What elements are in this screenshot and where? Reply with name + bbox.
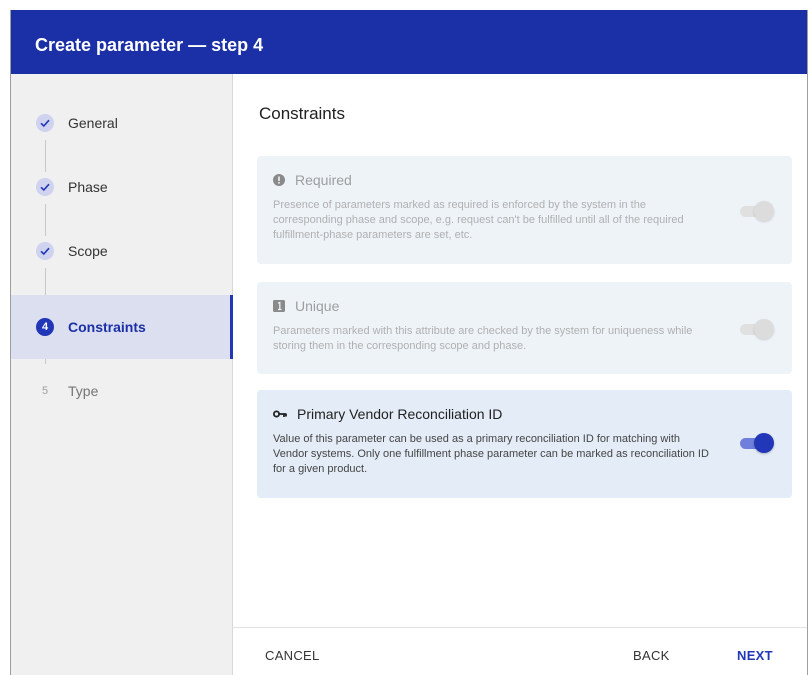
constraint-description: Presence of parameters marked as require… <box>273 199 684 241</box>
check-icon <box>36 178 54 196</box>
check-icon <box>36 114 54 132</box>
step-phase[interactable]: Phase <box>11 155 233 219</box>
step-number-badge: 4 <box>36 318 54 336</box>
dialog-footer: CANCEL BACK NEXT <box>233 627 807 675</box>
constraint-reconciliation-card: Primary Vendor Reconciliation ID Value o… <box>257 390 792 498</box>
toggle-thumb <box>754 201 774 221</box>
toggle-thumb <box>754 433 774 453</box>
step-type[interactable]: 5 Type <box>11 359 233 423</box>
step-general[interactable]: General <box>11 91 233 155</box>
constraint-title: Required <box>295 172 352 188</box>
constraint-title: Primary Vendor Reconciliation ID <box>297 406 503 422</box>
check-icon <box>36 242 54 260</box>
constraint-description: Parameters marked with this attribute ar… <box>273 325 693 352</box>
constraint-unique-card: Unique Parameters marked with this attri… <box>257 282 792 374</box>
step-label: Scope <box>68 243 108 259</box>
create-parameter-dialog: Create parameter — step 4 General Phase … <box>10 10 808 675</box>
exclamation-circle-icon <box>273 174 285 186</box>
unique-toggle[interactable] <box>740 319 774 339</box>
step-label: Constraints <box>68 319 146 335</box>
step-number-badge: 5 <box>41 385 49 397</box>
step-label: Type <box>68 383 99 399</box>
wizard-steps-sidebar: General Phase Scope 4 Constraints 5 Type <box>11 74 233 675</box>
toggle-thumb <box>754 319 774 339</box>
key-icon <box>273 408 287 420</box>
required-toggle[interactable] <box>740 201 774 221</box>
cancel-button[interactable]: CANCEL <box>265 648 320 663</box>
next-button[interactable]: NEXT <box>737 648 773 663</box>
constraint-description: Value of this parameter can be used as a… <box>273 433 709 475</box>
back-button[interactable]: BACK <box>633 648 670 663</box>
step-constraints[interactable]: 4 Constraints <box>11 295 233 359</box>
number-one-box-icon <box>273 300 285 312</box>
main-content: Constraints Required Presence of paramet… <box>233 74 807 627</box>
step-label: Phase <box>68 179 108 195</box>
step-label: General <box>68 115 118 131</box>
dialog-title: Create parameter — step 4 <box>11 10 807 74</box>
step-scope[interactable]: Scope <box>11 219 233 283</box>
reconciliation-id-toggle[interactable] <box>740 433 774 453</box>
constraint-title: Unique <box>295 298 340 314</box>
constraint-required-card: Required Presence of parameters marked a… <box>257 156 792 264</box>
section-heading: Constraints <box>259 104 345 123</box>
